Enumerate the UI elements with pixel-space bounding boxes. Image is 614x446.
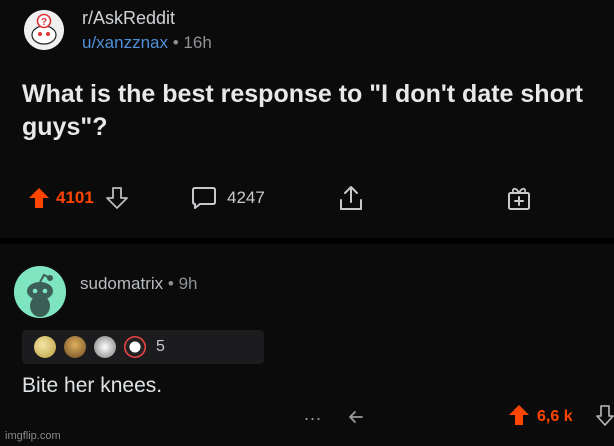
post-author[interactable]: u/xanzznax [82, 33, 168, 52]
comment-score: 6,6 k [537, 408, 573, 425]
meta-separator: • [172, 33, 179, 52]
awards-bar[interactable]: 5 [22, 330, 264, 364]
award-icon [34, 336, 56, 358]
award-button[interactable] [506, 178, 532, 218]
award-icon [124, 336, 146, 358]
comment-time: 9h [178, 274, 198, 293]
subreddit-name[interactable]: r/AskReddit [82, 8, 175, 29]
share-icon [340, 186, 362, 210]
award-icon [64, 336, 86, 358]
reddit-question-avatar-icon: ? [24, 10, 64, 50]
award-icon [94, 336, 116, 358]
post-time: 16h [183, 33, 212, 52]
snoo-avatar-icon [14, 266, 66, 318]
comment-body: Bite her knees. [22, 374, 163, 397]
comment-count: 4247 [227, 188, 265, 207]
upvote-count: 4101 [56, 188, 94, 207]
meta-separator: • [167, 274, 174, 293]
comment-card: sudomatrix • 9h 5 Bite her knees. ... 6,… [0, 244, 614, 446]
downvote-arrow-icon[interactable] [105, 187, 128, 209]
gift-award-icon [508, 187, 530, 210]
comment-action-bar: ... 6,6 k [0, 400, 614, 436]
subreddit-avatar[interactable]: ? [24, 10, 64, 50]
comments-button[interactable]: 4247 [191, 178, 265, 218]
commenter-username[interactable]: sudomatrix [80, 274, 163, 293]
vote-group: 4101 [28, 178, 128, 218]
back-arrow-icon[interactable] [347, 408, 365, 426]
svg-text:?: ? [41, 17, 47, 28]
post-card: ? r/AskReddit u/xanzznax • 16h What is t… [0, 0, 614, 238]
more-options-button[interactable]: ... [304, 404, 322, 425]
post-meta: u/xanzznax • 16h [82, 33, 212, 53]
post-title[interactable]: What is the best response to "I don't da… [22, 78, 602, 144]
upvote-arrow-icon[interactable] [28, 187, 50, 209]
commenter-avatar[interactable] [14, 266, 66, 318]
upvote-arrow-icon[interactable] [508, 404, 530, 426]
comment-meta: sudomatrix • 9h [80, 274, 197, 294]
award-count: 5 [156, 338, 165, 355]
share-button[interactable] [338, 178, 364, 218]
post-action-bar: 4101 4247 [0, 178, 614, 222]
comment-bubble-icon [192, 187, 216, 209]
imgflip-watermark: imgflip.com [5, 430, 61, 442]
downvote-arrow-icon[interactable] [596, 404, 614, 426]
